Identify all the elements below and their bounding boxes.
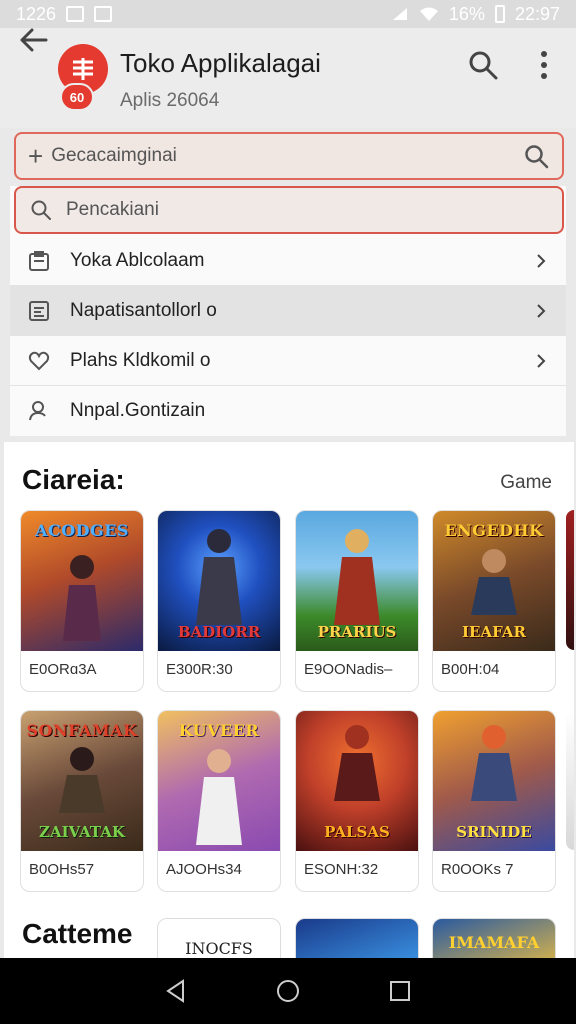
plus-icon[interactable]: + bbox=[28, 141, 43, 172]
thumb-title: ENGEDHK bbox=[444, 521, 544, 540]
app-card[interactable]: SONFAMAK ZAIVATAK B0OHs57 bbox=[20, 710, 144, 892]
app-subtitle: Aplis 26064 bbox=[120, 90, 220, 111]
app-thumbnail: ACODGES bbox=[21, 511, 143, 651]
status-bar: 1226 16% 22:97 bbox=[0, 0, 576, 28]
section-link-game[interactable]: Game bbox=[500, 472, 552, 494]
user-icon bbox=[29, 401, 46, 421]
hero-figure-icon bbox=[63, 555, 101, 641]
dropdown-item-4[interactable]: Nnpal.Gontizain bbox=[10, 386, 566, 436]
section-title: Ciareia: bbox=[22, 464, 125, 495]
app-thumbnail: KUVEER bbox=[158, 711, 280, 851]
dropdown-item-label: Plahs Kldkomil o bbox=[70, 349, 211, 371]
thumb-title: ACODGES bbox=[35, 521, 129, 540]
dropdown-search-placeholder: Pencakiani bbox=[66, 199, 159, 220]
app-card-partial[interactable] bbox=[295, 918, 419, 962]
dropdown-item-label: Napatisantollorl o bbox=[70, 299, 217, 321]
app-card-label: E300R:30 bbox=[166, 661, 233, 678]
app-card[interactable]: PALSAS ESONH:32 bbox=[295, 710, 419, 892]
system-nav-bar bbox=[0, 958, 576, 1024]
thumb-title: SONFAMAK bbox=[26, 721, 138, 740]
status-right: 16% 22:97 bbox=[391, 4, 560, 25]
app-card-label: B00H:04 bbox=[441, 661, 500, 678]
search-submit-icon[interactable] bbox=[522, 142, 550, 170]
partial-card-title: IMAMAFA bbox=[448, 933, 540, 952]
more-vert-icon[interactable] bbox=[532, 48, 556, 82]
app-thumbnail: BADIORR bbox=[158, 511, 280, 651]
dropdown-item-2[interactable]: Napatisantollorl o bbox=[10, 286, 566, 336]
dropdown-search-input[interactable]: Pencakiani bbox=[14, 186, 564, 234]
status-clock: 22:97 bbox=[514, 3, 560, 24]
thumb-bottom-title: PRARIUS bbox=[317, 623, 397, 641]
dropdown-item-3[interactable]: Plahs Kldkomil o bbox=[10, 336, 566, 386]
nav-home-icon[interactable] bbox=[275, 978, 301, 1004]
thumb-bottom-title: ZAIVATAK bbox=[39, 823, 125, 841]
clipboard-icon bbox=[29, 250, 49, 271]
thumb-bottom-title: BADIORR bbox=[177, 623, 261, 641]
app-card-label: R0OOKs 7 bbox=[441, 861, 514, 878]
app-thumbnail: PRARIUS bbox=[296, 511, 418, 651]
nav-back-icon[interactable] bbox=[163, 978, 189, 1004]
section-title-secondary: Cattеme bbox=[22, 918, 133, 949]
logo-mark-icon bbox=[73, 58, 93, 80]
document-icon bbox=[29, 300, 49, 321]
dropdown-item-label: Yoka Ablcolaam bbox=[70, 249, 205, 271]
battery-text: 16% bbox=[448, 3, 485, 24]
notification-icon bbox=[66, 6, 85, 22]
app-card-peek[interactable] bbox=[566, 710, 574, 850]
app-thumbnail: PALSAS bbox=[296, 711, 418, 851]
dropdown-item-1[interactable]: Yoka Ablcolaam bbox=[10, 236, 566, 286]
hero-figure-icon bbox=[196, 529, 242, 625]
search-icon[interactable] bbox=[466, 48, 500, 82]
search-icon bbox=[31, 200, 51, 220]
app-card[interactable]: KUVEER AJOOHs34 bbox=[157, 710, 281, 892]
app-card-label: E0ORɑ3A bbox=[29, 661, 97, 678]
thumb-bottom-title: IEAFAR bbox=[462, 623, 526, 641]
thumb-bottom-title: SRINIDE bbox=[456, 823, 532, 841]
partial-card-title: INOCFS bbox=[185, 939, 253, 958]
hero-figure-icon bbox=[471, 725, 517, 801]
search-input-value: Gecacaimginai bbox=[51, 145, 177, 166]
thumb-title: KUVEER bbox=[178, 721, 260, 740]
app-card-label: B0OHs57 bbox=[29, 861, 95, 878]
battery-icon bbox=[494, 5, 505, 23]
signal-icon bbox=[392, 8, 407, 20]
category-section: Ciareia: Game ACODGES E0ORɑ3A BADIORR E3… bbox=[4, 442, 574, 962]
hero-figure-icon bbox=[334, 529, 380, 625]
hero-figure-icon bbox=[471, 549, 517, 615]
app-card[interactable]: SRINIDE R0OOKs 7 bbox=[432, 710, 556, 892]
app-card-label: AJOOHs34 bbox=[166, 861, 242, 878]
heart-icon bbox=[28, 351, 50, 370]
chevron-right-icon bbox=[537, 353, 546, 368]
app-card[interactable]: PRARIUS E9OONadis– bbox=[295, 510, 419, 692]
hero-figure-icon bbox=[196, 749, 242, 845]
search-dropdown: Pencakiani Yoka Ablcolaam Napatisantollo… bbox=[10, 186, 566, 436]
app-card-peek[interactable] bbox=[566, 510, 574, 650]
nav-recents-icon[interactable] bbox=[387, 978, 413, 1004]
logo-badge: 60 bbox=[60, 83, 94, 111]
wifi-icon bbox=[419, 7, 438, 21]
back-arrow-icon[interactable] bbox=[16, 22, 52, 58]
thumb-bottom-title: PALSAS bbox=[324, 823, 390, 841]
app-card[interactable]: ACODGES E0ORɑ3A bbox=[20, 510, 144, 692]
search-input[interactable]: + Gecacaimginai bbox=[14, 132, 564, 180]
hero-figure-icon bbox=[59, 747, 105, 813]
app-thumbnail: SRINIDE bbox=[433, 711, 555, 851]
app-thumbnail: SONFAMAK ZAIVATAK bbox=[21, 711, 143, 851]
app-card-label: E9OONadis– bbox=[304, 661, 393, 678]
app-card-partial[interactable]: INOCFS bbox=[157, 918, 281, 962]
chevron-right-icon bbox=[537, 253, 546, 268]
app-title: Toko Applikalagai bbox=[120, 48, 321, 78]
app-card-label: ESONH:32 bbox=[304, 861, 379, 878]
app-thumbnail: ENGEDHK IEAFAR bbox=[433, 511, 555, 651]
hero-figure-icon bbox=[334, 725, 380, 801]
app-card[interactable]: ENGEDHK IEAFAR B00H:04 bbox=[432, 510, 556, 692]
app-card[interactable]: BADIORR E300R:30 bbox=[157, 510, 281, 692]
app-card-partial[interactable]: IMAMAFA bbox=[432, 918, 556, 962]
bookmark-icon bbox=[94, 6, 113, 22]
dropdown-item-label: Nnpal.Gontizain bbox=[70, 400, 206, 421]
chevron-right-icon bbox=[537, 303, 546, 318]
